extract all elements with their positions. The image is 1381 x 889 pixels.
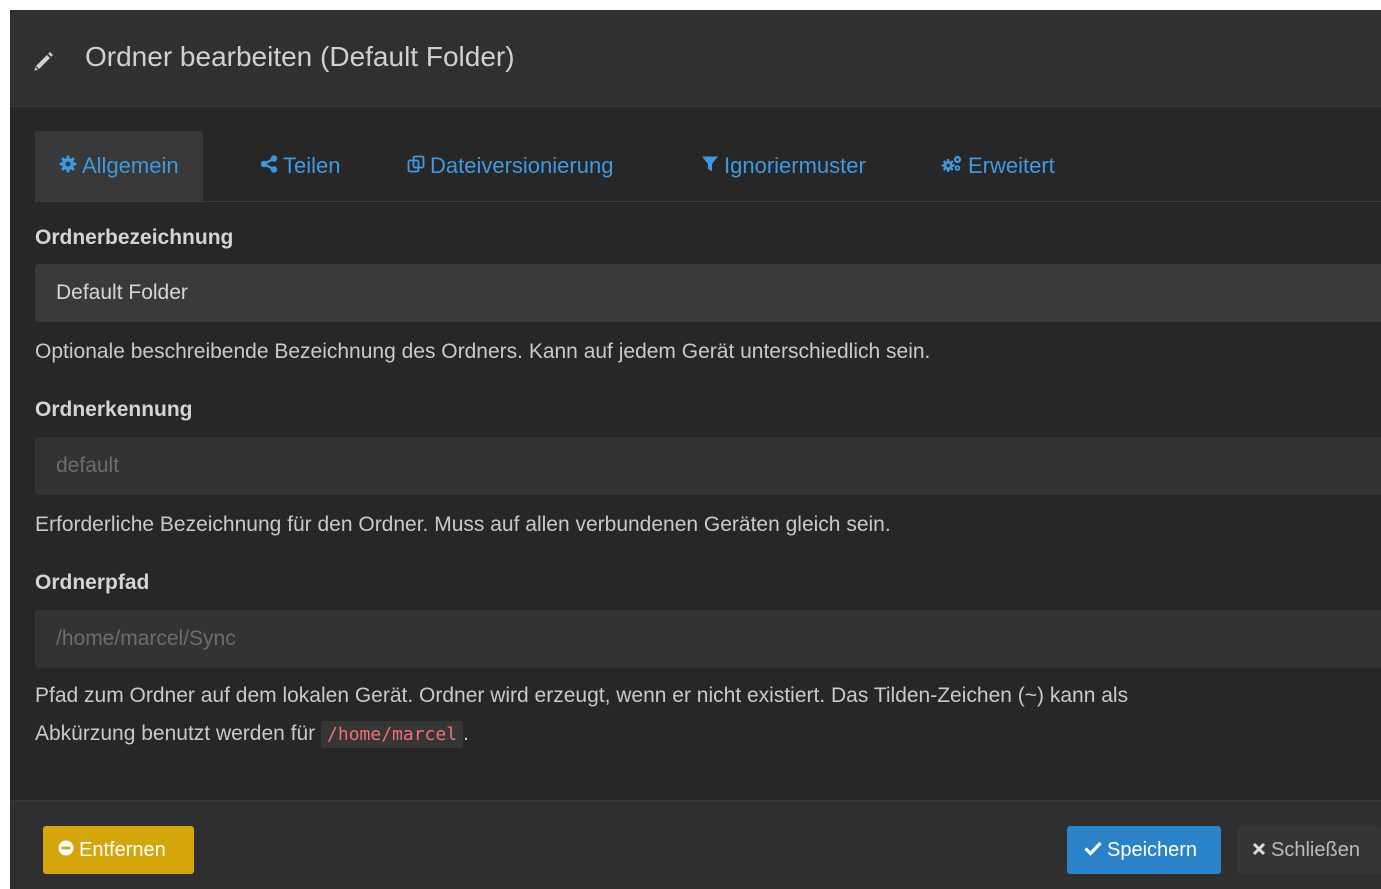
tab-label: Allgemein — [82, 153, 179, 178]
tab-allgemein[interactable]: Allgemein — [35, 131, 203, 201]
help-text: Abkürzung benutzt werden für — [35, 722, 316, 745]
folder-id-label: Ordnerkennung — [35, 398, 193, 421]
tab-bar: Allgemein Teilen Dateiversionierung Igno… — [35, 131, 1381, 202]
dialog-header: Ordner bearbeiten (Default Folder) — [10, 10, 1381, 107]
pencil-icon — [33, 50, 55, 72]
share-icon — [260, 153, 283, 179]
gears-icon — [941, 153, 968, 179]
remove-label: Entfernen — [79, 838, 166, 861]
folder-path-input — [35, 610, 1381, 668]
tab-label: Teilen — [283, 153, 341, 178]
close-icon — [1252, 839, 1271, 862]
close-button[interactable]: Schließen — [1237, 826, 1381, 874]
tab-dateiversionierung[interactable]: Dateiversionierung — [407, 131, 613, 201]
folder-path-help-line1: Pfad zum Ordner auf dem lokalen Gerät. O… — [35, 684, 1129, 707]
save-label: Speichern — [1107, 838, 1198, 861]
folder-id-help: Erforderliche Bezeichnung für den Ordner… — [35, 513, 891, 536]
edit-folder-dialog: Ordner bearbeiten (Default Folder) Allge… — [10, 10, 1381, 889]
tab-label: Dateiversionierung — [430, 153, 614, 178]
home-path-code: /home/marcel — [321, 721, 464, 748]
folder-label-input[interactable] — [35, 264, 1381, 322]
dialog-footer: Entfernen Speichern Schließen — [10, 800, 1381, 889]
folder-label-help: Optionale beschreibende Bezeichnung des … — [35, 340, 931, 363]
help-text-suffix: . — [463, 722, 469, 745]
check-icon — [1084, 839, 1107, 862]
save-button[interactable]: Speichern — [1067, 826, 1221, 874]
tab-teilen[interactable]: Teilen — [260, 131, 340, 201]
filter-icon — [701, 153, 724, 179]
folder-path-help-line2: Abkürzung benutzt werden für /home/marce… — [35, 715, 1128, 754]
tab-label: Erweitert — [968, 153, 1055, 178]
tab-erweitert[interactable]: Erweitert — [941, 131, 1055, 201]
folder-path-help: Pfad zum Ordner auf dem lokalen Gerät. O… — [35, 677, 1128, 754]
tab-ignoriermuster[interactable]: Ignoriermuster — [701, 131, 866, 201]
folder-id-input — [35, 437, 1381, 495]
gear-icon — [59, 153, 82, 179]
copy-icon — [407, 153, 430, 179]
tab-label: Ignoriermuster — [724, 153, 866, 178]
dialog-title: Ordner bearbeiten (Default Folder) — [85, 41, 515, 72]
folder-label-label: Ordnerbezeichnung — [35, 226, 234, 249]
folder-path-label: Ordnerpfad — [35, 571, 150, 594]
minus-circle-icon — [58, 839, 79, 862]
remove-button[interactable]: Entfernen — [43, 826, 194, 874]
close-label: Schließen — [1271, 838, 1360, 861]
